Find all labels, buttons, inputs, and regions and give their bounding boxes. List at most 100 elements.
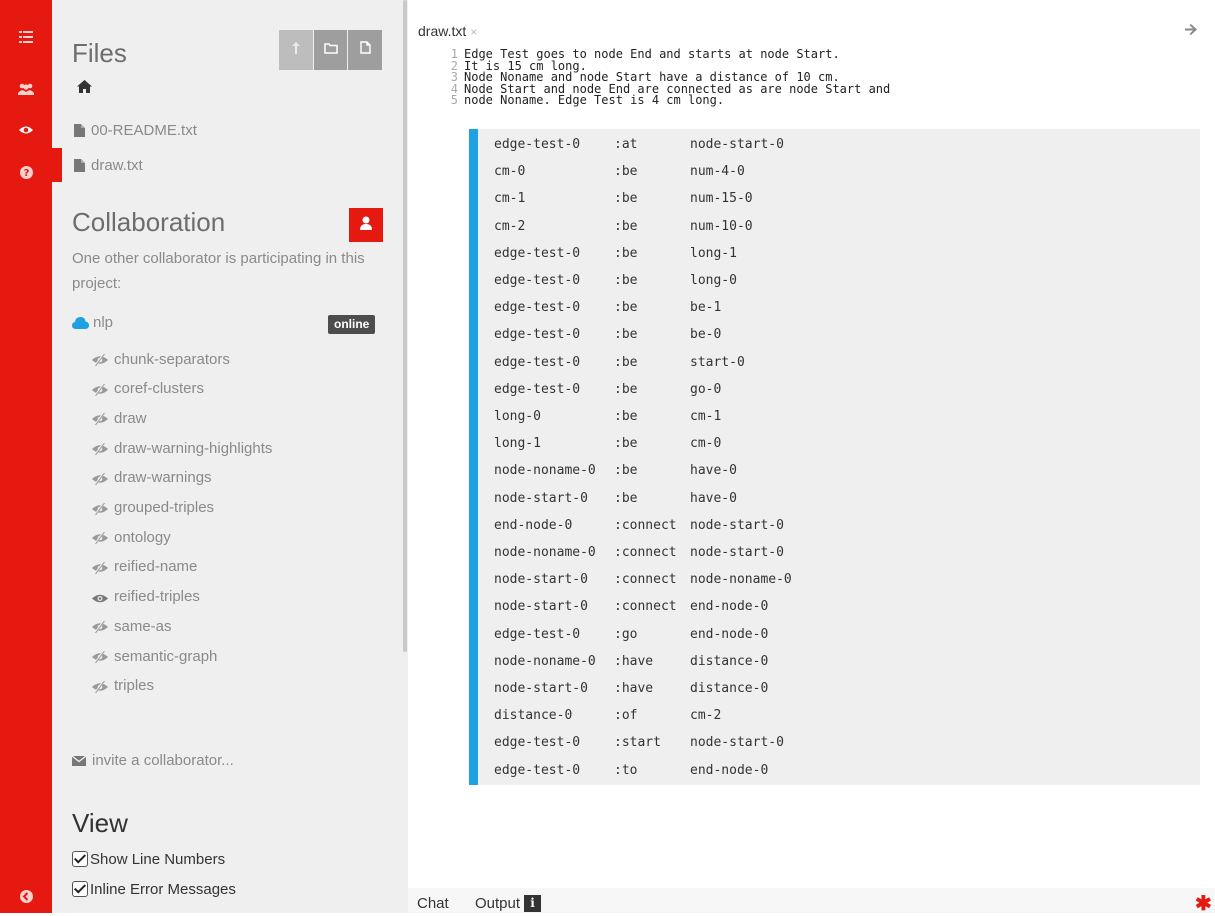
eye-icon[interactable] [0, 115, 52, 145]
triple-row: cm-1:be num-15-0 [494, 185, 753, 212]
source-editor[interactable]: 1 Edge Test goes to node End and starts a… [408, 48, 1108, 107]
envelope-icon [72, 755, 86, 766]
triple-subject: cm-2 [494, 218, 526, 234]
invite-label: invite a collaborator... [92, 752, 234, 769]
svg-text:?: ? [23, 168, 29, 179]
triple-object: node-start-0 [690, 545, 784, 560]
checkbox-checked[interactable] [72, 851, 88, 867]
layer-item[interactable]: same-as [92, 613, 172, 639]
users-icon[interactable] [0, 74, 52, 104]
eye-slash-icon[interactable] [92, 472, 110, 486]
home-icon[interactable] [77, 80, 92, 98]
triple-predicate: :be [614, 436, 638, 452]
user-icon [360, 216, 372, 235]
layer-label: chunk-separators [114, 350, 230, 368]
triple-object: node-noname-0 [690, 572, 792, 588]
collaborator-name-label: nlp [93, 314, 114, 331]
layer-item[interactable]: semantic-graph [92, 643, 217, 669]
layer-label: reified-name [114, 558, 198, 576]
app-rail: ? [0, 0, 52, 913]
file-item[interactable]: 00-README.txt [52, 113, 402, 147]
layer-item[interactable]: chunk-separators [92, 346, 230, 372]
sidebar: Files 00-README.txt draw.txt Collaborati… [52, 0, 402, 913]
arrow-right-icon[interactable] [1185, 22, 1197, 40]
triple-row: node-start-0:be have-0 [494, 485, 737, 512]
layer-item[interactable]: draw-warning-highlights [92, 435, 272, 461]
eye-slash-icon[interactable] [92, 442, 110, 456]
collaborator-name[interactable]: nlp [72, 314, 113, 331]
inline-error-messages-checkbox[interactable]: Inline Error Messages [72, 877, 236, 901]
triple-predicate: :have [614, 681, 654, 696]
layer-item[interactable]: triples [92, 673, 154, 699]
asterisk-icon[interactable]: ✱ [1195, 891, 1212, 916]
eye-slash-icon[interactable] [92, 561, 110, 575]
sidebar-scrollbar[interactable] [402, 0, 408, 913]
triple-row: node-start-0:connect node-noname-0 [494, 566, 792, 593]
layer-item[interactable]: reified-triples [92, 584, 200, 610]
info-icon: i [524, 895, 542, 912]
layer-item[interactable]: draw-warnings [92, 465, 212, 491]
output-label: Output [475, 895, 521, 912]
show-line-numbers-checkbox[interactable]: Show Line Numbers [72, 847, 225, 871]
folder-icon [323, 41, 338, 59]
user-button[interactable] [349, 208, 383, 242]
triple-subject: distance-0 [494, 708, 573, 724]
eye-slash-icon[interactable] [92, 620, 110, 634]
triple-subject: long-1 [494, 436, 541, 452]
eye-slash-icon[interactable] [92, 650, 110, 664]
eye-slash-icon[interactable] [92, 353, 110, 367]
triple-row: edge-test-0:be go-0 [494, 376, 721, 403]
triple-row: cm-2:be num-10-0 [494, 213, 753, 240]
triple-subject: edge-test-0 [494, 354, 581, 370]
tab-draw-txt[interactable]: draw.txt × [418, 23, 477, 39]
layer-label: semantic-graph [114, 647, 218, 665]
layer-label: reified-triples [114, 588, 200, 606]
triple-row: end-node-0:connect node-start-0 [494, 512, 784, 539]
eye-icon[interactable] [92, 591, 110, 603]
triple-row: long-0:be cm-1 [494, 403, 721, 430]
checkbox-checked[interactable] [72, 881, 88, 897]
tab-bar: draw.txt × [408, 14, 1215, 42]
triple-object: be-1 [690, 300, 722, 316]
chat-tab[interactable]: Chat [417, 895, 449, 912]
arrow-left-circle-icon[interactable] [0, 881, 52, 911]
layer-item[interactable]: draw [92, 405, 147, 431]
file-item-active[interactable]: draw.txt [52, 148, 402, 182]
new-file-button[interactable] [348, 30, 383, 70]
triple-predicate: :connect [614, 545, 677, 560]
triple-subject: node-noname-0 [494, 653, 596, 669]
triple-row: edge-test-0:be start-0 [494, 349, 745, 376]
eye-slash-icon[interactable] [92, 680, 110, 694]
eye-slash-icon[interactable] [92, 412, 110, 427]
scrollbar-thumb[interactable] [403, 0, 407, 652]
triple-predicate: :be [614, 300, 638, 316]
files-toolbar [279, 30, 383, 70]
triple-predicate: :be [614, 218, 638, 234]
list-icon[interactable] [0, 22, 52, 52]
triple-predicate: :connect [614, 572, 677, 588]
layer-item[interactable]: coref-clusters [92, 376, 204, 402]
invite-collaborator-link[interactable]: invite a collaborator... [72, 752, 234, 769]
output-tab[interactable]: Output i [475, 895, 542, 912]
question-icon[interactable]: ? [0, 157, 52, 187]
layer-item[interactable]: ontology [92, 524, 171, 550]
file-icon [74, 123, 85, 137]
triple-predicate: :have [614, 653, 654, 669]
eye-slash-icon[interactable] [92, 383, 110, 397]
triple-row: edge-test-0:at node-start-0 [494, 131, 784, 158]
triple-subject: node-noname-0 [494, 545, 596, 560]
file-name: draw.txt [91, 156, 143, 174]
eye-slash-icon[interactable] [92, 531, 110, 545]
triple-object: cm-0 [690, 436, 722, 452]
triple-row: edge-test-0:to end-node-0 [494, 757, 768, 784]
layer-item[interactable]: grouped-triples [92, 495, 214, 521]
triple-row: edge-test-0:start node-start-0 [494, 729, 784, 756]
triple-row: node-noname-0:have distance-0 [494, 648, 768, 675]
upload-button[interactable] [279, 30, 313, 70]
new-folder-button[interactable] [313, 30, 348, 70]
cloud-icon [72, 316, 89, 329]
option-label: Inline Error Messages [90, 880, 236, 898]
eye-slash-icon[interactable] [92, 501, 110, 516]
layer-item[interactable]: reified-name [92, 554, 197, 580]
tab-close-icon[interactable]: × [470, 25, 477, 39]
